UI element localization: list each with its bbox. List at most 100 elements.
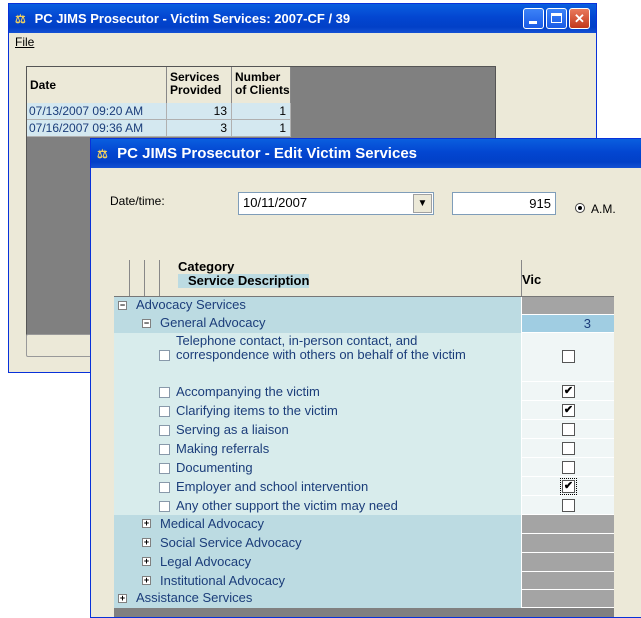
cell-clients: 1 [232, 120, 291, 137]
tree-row-other-support[interactable]: Any other support the victim may need [114, 496, 614, 515]
scales-icon: ⚖ [97, 147, 108, 161]
tree-row-serving-liaison[interactable]: Serving as a liaison [114, 420, 614, 439]
tree-row-assistance-services[interactable]: + Assistance Services [114, 590, 614, 608]
row-checkbox[interactable] [159, 501, 170, 512]
table-row[interactable]: 07/13/2007 09:20 AM 13 1 [27, 103, 291, 120]
am-label: A.M. [591, 202, 616, 216]
minimize-icon [529, 21, 537, 24]
tree-row-advocacy-services[interactable]: − Advocacy Services [114, 297, 614, 315]
row-checkbox[interactable] [159, 425, 170, 436]
row-checkbox[interactable] [159, 406, 170, 417]
vic-cell [521, 590, 614, 608]
date-dropdown[interactable]: 10/11/2007 ▼ [238, 192, 434, 215]
vic-checkbox[interactable] [562, 499, 575, 512]
vic-cell [521, 297, 614, 315]
vic-cell [521, 496, 614, 515]
vic-cell [521, 515, 614, 534]
header-indent-1 [114, 260, 130, 296]
header-vic[interactable]: Vic [522, 272, 541, 287]
vic-cell [521, 458, 614, 477]
expand-icon[interactable]: + [142, 576, 151, 585]
services-tree: Category Service Description Vic − Advoc… [114, 260, 614, 617]
row-label: Advocacy Services [136, 297, 246, 312]
tree-row-legal-advocacy[interactable]: + Legal Advocacy [114, 553, 614, 572]
maximize-button[interactable] [546, 8, 567, 29]
vic-cell [521, 553, 614, 572]
row-label: Any other support the victim may need [176, 498, 398, 513]
expand-icon[interactable]: + [118, 594, 127, 603]
header-indent-3 [144, 260, 160, 296]
window-title: PC JIMS Prosecutor - Edit Victim Service… [117, 145, 418, 162]
column-number-of-clients[interactable]: Number of Clients [232, 67, 291, 103]
row-label: Institutional Advocacy [160, 573, 286, 588]
vic-cell [521, 572, 614, 590]
close-button[interactable]: ✕ [569, 8, 590, 29]
cell-date: 07/16/2007 09:36 AM [27, 120, 167, 137]
tree-row-social-service-advocacy[interactable]: + Social Service Advocacy [114, 534, 614, 553]
table-row[interactable]: 07/16/2007 09:36 AM 3 1 [27, 120, 291, 137]
tree-row-institutional-advocacy[interactable]: + Institutional Advocacy [114, 572, 614, 590]
vic-cell [521, 420, 614, 439]
vic-checkbox[interactable] [562, 442, 575, 455]
collapse-icon[interactable]: − [142, 319, 151, 328]
row-checkbox[interactable] [159, 463, 170, 474]
row-label: Documenting [176, 460, 253, 475]
header-indent-2 [129, 260, 145, 296]
expand-icon[interactable]: + [142, 538, 151, 547]
menu-bar: File [9, 33, 596, 52]
title-bar[interactable]: ⚖ PC JIMS Prosecutor - Victim Services: … [9, 4, 596, 33]
tree-row-making-referrals[interactable]: Making referrals [114, 439, 614, 458]
row-label: Accompanying the victim [176, 384, 320, 399]
expand-icon[interactable]: + [142, 557, 151, 566]
menu-file[interactable]: File [15, 35, 34, 49]
cell-services: 13 [167, 103, 232, 120]
tree-row-general-advocacy[interactable]: − General Advocacy 3 [114, 315, 614, 333]
minimize-button[interactable] [523, 8, 544, 29]
row-checkbox[interactable] [159, 482, 170, 493]
tree-row-medical-advocacy[interactable]: + Medical Advocacy [114, 515, 614, 534]
header-category: Category Service Description [178, 260, 310, 288]
row-label: Medical Advocacy [160, 516, 265, 531]
vic-checkbox-checked[interactable]: ✔ [562, 404, 575, 417]
dropdown-arrow-icon[interactable]: ▼ [413, 194, 432, 213]
vic-checkbox[interactable] [562, 461, 575, 474]
column-services-provided[interactable]: Services Provided [167, 67, 232, 103]
vic-cell: ✔ [521, 382, 614, 401]
am-radio[interactable] [575, 203, 585, 213]
row-label: Clarifying items to the victim [176, 403, 338, 418]
vic-checkbox-checked[interactable]: ✔ [560, 478, 577, 495]
row-label: General Advocacy [160, 315, 266, 330]
row-checkbox[interactable] [159, 444, 170, 455]
close-icon: ✕ [574, 11, 585, 26]
row-label: Serving as a liaison [176, 422, 289, 437]
vic-cell: ✔ [521, 401, 614, 420]
vic-cell [521, 534, 614, 553]
row-checkbox[interactable] [159, 387, 170, 398]
edit-victim-services-window: ⚖ PC JIMS Prosecutor - Edit Victim Servi… [90, 138, 641, 618]
vic-checkbox[interactable] [562, 350, 575, 363]
row-label: Employer and school intervention [176, 479, 369, 494]
row-label: Assistance Services [136, 590, 253, 605]
maximize-icon [551, 13, 562, 23]
expand-icon[interactable]: + [142, 519, 151, 528]
grid-header: Date Services Provided Number of Clients [27, 67, 291, 104]
title-bar[interactable]: ⚖ PC JIMS Prosecutor - Edit Victim Servi… [91, 139, 641, 168]
vic-checkbox[interactable] [562, 423, 575, 436]
tree-row-accompanying[interactable]: Accompanying the victim ✔ [114, 382, 614, 401]
tree-row-employer-school[interactable]: Employer and school intervention ✔ [114, 477, 614, 496]
collapse-icon[interactable]: − [118, 301, 127, 310]
tree-row-documenting[interactable]: Documenting [114, 458, 614, 477]
window-title: PC JIMS Prosecutor - Victim Services: 20… [34, 11, 351, 26]
vic-checkbox-checked[interactable]: ✔ [562, 385, 575, 398]
row-checkbox[interactable] [159, 350, 170, 361]
tree-row-clarifying[interactable]: Clarifying items to the victim ✔ [114, 401, 614, 420]
column-date[interactable]: Date [27, 67, 167, 103]
date-value: 10/11/2007 [243, 195, 308, 210]
row-label: Social Service Advocacy [160, 535, 302, 550]
scales-icon: ⚖ [15, 12, 26, 26]
tree-row-telephone-contact[interactable]: Telephone contact, in-person contact, an… [114, 333, 614, 382]
time-input[interactable]: 915 [452, 192, 556, 215]
vic-cell [521, 439, 614, 458]
vic-count: 3 [521, 315, 614, 333]
row-label: Making referrals [176, 441, 270, 456]
